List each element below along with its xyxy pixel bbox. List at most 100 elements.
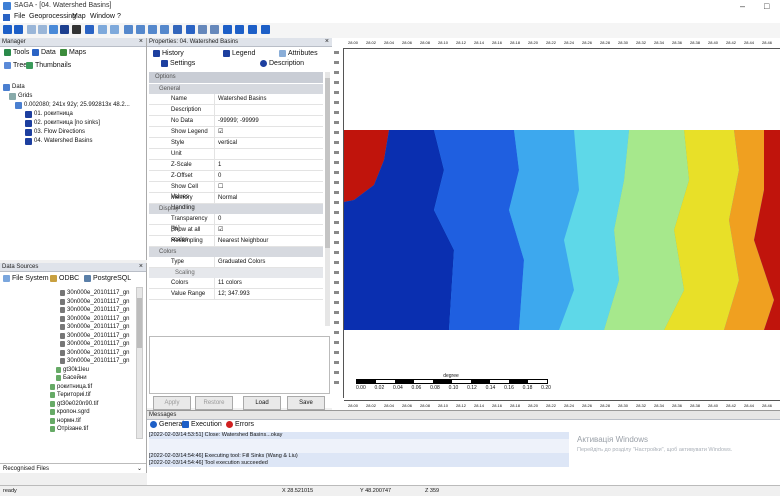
tree-grids[interactable]: Grids (3, 92, 130, 101)
tree-item[interactable]: 01. рокитница (3, 110, 130, 119)
zoom-in-icon[interactable] (124, 25, 133, 34)
property-row[interactable]: Resampling Nearest Neighbour (149, 236, 323, 247)
data-icon[interactable] (60, 25, 69, 34)
tab-tools[interactable]: Tools (4, 49, 29, 56)
save-button[interactable]: Save (287, 396, 325, 410)
property-row[interactable]: Value Range 12; 347.993 (149, 289, 323, 300)
menu-file[interactable]: File (14, 13, 25, 20)
property-row[interactable]: Z-Offset 0 (149, 171, 323, 182)
tab-odbc[interactable]: ODBC (50, 275, 79, 282)
file-item[interactable]: Териториі.tif (50, 391, 130, 400)
property-row[interactable]: Type Graduated Colors (149, 257, 323, 268)
select-icon[interactable] (173, 25, 182, 34)
zoom-icon[interactable] (186, 25, 195, 34)
property-row[interactable]: Z-Scale 1 (149, 160, 323, 171)
tree-system[interactable]: 0.002080; 241x 92y; 25.992813x 48.2... (3, 101, 130, 110)
load-button[interactable]: Load (243, 396, 281, 410)
property-value[interactable]: Nearest Neighbour (215, 236, 323, 246)
property-value[interactable] (215, 105, 323, 115)
property-value[interactable] (215, 149, 323, 159)
grid-icon[interactable] (38, 25, 47, 34)
category-general[interactable]: General (149, 84, 323, 94)
distance-icon[interactable] (210, 25, 219, 34)
tab-file-system[interactable]: File System (3, 275, 49, 282)
open-icon[interactable] (3, 25, 12, 34)
tree-item[interactable]: 02. рокитница [no sinks] (3, 119, 130, 128)
watershed-map[interactable] (344, 130, 780, 330)
tree-item[interactable]: 03. Flow Directions (3, 128, 130, 137)
apply-button[interactable]: Apply (153, 396, 191, 410)
zoom-full-icon[interactable] (148, 25, 157, 34)
maximize-button[interactable]: □ (764, 1, 769, 11)
category-display[interactable]: Display (149, 204, 323, 214)
property-value[interactable]: Watershed Basins (215, 94, 323, 104)
property-row[interactable]: Show Cell Values ☐ (149, 182, 323, 200)
property-row[interactable]: Colors 11 colors (149, 278, 323, 289)
file-item[interactable]: 30n000e_20101117_gn (60, 315, 130, 324)
histogram-icon[interactable] (235, 25, 244, 34)
property-value[interactable]: ☑ (215, 225, 323, 235)
property-value[interactable]: ☐ (215, 182, 323, 192)
help-icon[interactable] (85, 25, 94, 34)
close-icon[interactable]: × (139, 38, 143, 46)
measure-icon[interactable] (198, 25, 207, 34)
file-filter-select[interactable]: Recognised Files ⌄ (0, 463, 146, 473)
category-colors[interactable]: Colors (149, 247, 323, 257)
close-icon[interactable]: × (325, 38, 329, 46)
file-item[interactable]: 30n000e_20101117_gn (60, 357, 130, 366)
restore-button[interactable]: Restore (195, 396, 233, 410)
tab-attributes[interactable]: Attributes (279, 50, 318, 57)
tab-errors[interactable]: Errors (226, 421, 254, 428)
save-icon[interactable] (14, 25, 23, 34)
property-scrollbar[interactable] (325, 72, 330, 326)
file-item[interactable]: 30n000e_20101117_gn (60, 349, 130, 358)
tree-item[interactable]: 04. Watershed Basins (3, 137, 130, 146)
tab-maps[interactable]: Maps (60, 49, 86, 56)
file-item[interactable]: 30n000e_20101117_gn (60, 323, 130, 332)
map-3d-icon[interactable] (223, 25, 232, 34)
property-value[interactable]: ☑ (215, 127, 323, 137)
arrow-icon[interactable] (98, 25, 107, 34)
property-row[interactable]: Transparency [%] 0 (149, 214, 323, 232)
property-value[interactable]: 11 colors (215, 278, 323, 288)
file-item[interactable]: 30n000e_20101117_gn (60, 289, 130, 298)
menu-geoprocessing[interactable]: Geoprocessing (29, 13, 76, 20)
menu-map[interactable]: Map (72, 13, 86, 20)
tab-legend[interactable]: Legend (223, 50, 255, 57)
layout-view-icon[interactable] (261, 25, 270, 34)
tab-tree[interactable]: Tree (4, 62, 27, 69)
property-row[interactable]: Show Legend ☑ (149, 127, 323, 138)
file-item[interactable]: Басейни (56, 374, 130, 383)
property-row[interactable]: Unit (149, 149, 323, 160)
property-value[interactable]: vertical (215, 138, 323, 148)
options-section-header[interactable]: Options (149, 72, 323, 83)
property-row[interactable]: Show at all scales ☑ (149, 225, 323, 243)
file-item[interactable]: кропон.sgrd (50, 408, 130, 417)
file-item[interactable]: нормн.tif (50, 417, 130, 426)
file-item[interactable]: 30n000e_20101117_gn (60, 306, 130, 315)
layout-icon[interactable] (27, 25, 36, 34)
file-item[interactable]: gt30e020n90.tif (50, 400, 130, 409)
table-icon[interactable] (49, 25, 58, 34)
file-item[interactable]: 30n000e_20101117_gn (60, 340, 130, 349)
menu-window[interactable]: Window (90, 13, 115, 20)
tab-description[interactable]: Description (260, 60, 304, 67)
scrollbar[interactable] (136, 287, 143, 439)
settings-icon[interactable] (72, 25, 81, 34)
tab-postgresql[interactable]: PostgreSQL (84, 275, 131, 282)
tab-settings[interactable]: Settings (161, 60, 196, 67)
file-item[interactable]: Отрізане.tif (50, 425, 130, 434)
property-row[interactable]: No Data -99999; -99999 (149, 116, 323, 127)
file-item[interactable]: 30n000e_20101117_gn (60, 298, 130, 307)
property-value[interactable]: Normal (215, 193, 323, 203)
tab-execution[interactable]: Execution (182, 421, 222, 428)
tab-general[interactable]: General (150, 421, 184, 428)
property-row[interactable]: Style vertical (149, 138, 323, 149)
menu-help[interactable]: ? (117, 13, 121, 20)
minimize-button[interactable]: – (740, 1, 745, 11)
tab-history[interactable]: History (153, 50, 184, 57)
property-row[interactable]: Memory Handling Normal (149, 193, 323, 211)
scatter-icon[interactable] (248, 25, 257, 34)
file-item[interactable]: рокитница.tif (50, 383, 130, 392)
property-value[interactable]: Graduated Colors (215, 257, 323, 267)
